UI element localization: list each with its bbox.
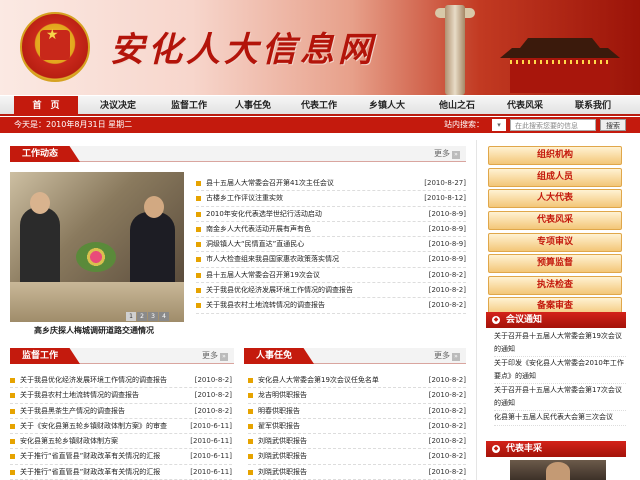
site-banner: ★ 安化人大信息网: [0, 0, 640, 95]
list-item[interactable]: 关于我县优化经济发展环境工作情况的调查报告 [2010-8-2]: [10, 373, 232, 389]
list-item[interactable]: 关于我县优化经济发展环境工作情况的调查报告 [2010-8-2]: [196, 283, 466, 299]
nav-contact[interactable]: 联系我们: [558, 96, 628, 116]
pager-3[interactable]: 3: [148, 312, 158, 321]
menu-deputies[interactable]: 人大代表: [488, 189, 622, 209]
huabiao-pillar-image: [445, 5, 465, 95]
list-item[interactable]: 2010年安化代表选举世纪行活动启动 [2010-8-9]: [196, 207, 466, 222]
notice-bullet-icon: ◆: [492, 445, 500, 453]
work-news-more-link[interactable]: 更多»: [434, 148, 460, 159]
menu-deputy-style[interactable]: 代表风采: [488, 210, 622, 230]
list-item[interactable]: 县十五届人大常委会召开第19次会议 [2010-8-2]: [196, 268, 466, 284]
more-arrow-icon: »: [220, 353, 228, 361]
list-item[interactable]: 明春供职报告 [2010-8-2]: [248, 404, 466, 419]
nav-delegate-work[interactable]: 代表工作: [286, 96, 352, 116]
list-item[interactable]: 关于《安化县第五轮乡镇财政体制方案》的审查 [2010-6-11]: [10, 419, 232, 435]
list-item[interactable]: 关于我县农村土地流转情况的调查报告 [2010-8-2]: [196, 298, 466, 314]
column-divider: [476, 140, 477, 480]
photo-caption[interactable]: 高乡庆探人梅城调研道路交通情况: [34, 325, 154, 336]
list-item[interactable]: 安化县人大常委会第19次会议任免名单 [2010-8-2]: [248, 373, 466, 389]
nav-township[interactable]: 乡镇人大: [352, 96, 422, 116]
work-news-list: 县十五届人大常委会召开第41次主任会议 [2010-8-27] 古楼乡工作评议注重…: [196, 176, 466, 314]
list-item[interactable]: 洞级镇人大“民情直达”直通民心 [2010-8-9]: [196, 237, 466, 253]
meeting-notice-title: 会议通知: [506, 315, 543, 325]
meeting-notice-list: 关于召开县十五届人大常委会第19次会议的通知 关于印发《安化县人大常委会2010…: [494, 330, 626, 426]
list-item[interactable]: 刘晓武供职报告 [2010-8-2]: [248, 465, 466, 480]
menu-budget-supervision[interactable]: 预算监督: [488, 254, 622, 274]
nav-other-experience[interactable]: 他山之石: [422, 96, 492, 116]
work-news-header: 工作动态 更多»: [10, 146, 466, 162]
supervision-title: 监督工作: [10, 348, 81, 364]
list-item[interactable]: 关于召开县十五届人大常委会第19次会议的通知: [494, 330, 626, 357]
list-item[interactable]: 关于推行“省直管县”财政改革有关情况的汇报 [2010-6-11]: [10, 465, 232, 480]
list-item[interactable]: 龙吉明供职报告 [2010-8-2]: [248, 388, 466, 404]
search-button[interactable]: 搜索: [600, 119, 626, 131]
list-item[interactable]: 化县第十五届人民代表大会第三次会议: [494, 411, 626, 426]
nav-supervision[interactable]: 监督工作: [158, 96, 220, 116]
date-search-bar: 今天是：2010年8月31日 星期二 站内搜索： ▾ 在此搜索您要的信息 搜索: [0, 117, 640, 133]
menu-organization[interactable]: 组织机构: [488, 146, 622, 165]
site-title: 安化人大信息网: [110, 30, 376, 70]
list-item[interactable]: 关于我县农村土地流转情况的调查报告 [2010-8-2]: [10, 388, 232, 404]
deputy-showcase-header: ◆ 代表丰采: [486, 441, 626, 457]
current-date: 今天是：2010年8月31日 星期二: [14, 120, 133, 129]
deputy-photo[interactable]: [510, 460, 606, 480]
list-item[interactable]: 刘晓武供职报告 [2010-8-2]: [248, 434, 466, 450]
list-item[interactable]: 关于召开县十五届人大常委会第17次会议的通知: [494, 384, 626, 411]
more-arrow-icon: »: [452, 151, 460, 159]
nav-home[interactable]: 首 页: [14, 96, 78, 116]
pager-2[interactable]: 2: [137, 312, 147, 321]
supervision-header: 监督工作 更多»: [10, 348, 234, 364]
list-item[interactable]: 县十五届人大常委会召开第41次主任会议 [2010-8-27]: [196, 176, 466, 192]
deputy-showcase-title: 代表丰采: [506, 444, 543, 454]
personnel-more-link[interactable]: 更多»: [434, 350, 460, 361]
personnel-title: 人事任免: [244, 348, 315, 364]
menu-special-review[interactable]: 专项审议: [488, 232, 622, 252]
list-item[interactable]: 南金乡人大代表活动开展有声有色 [2010-8-9]: [196, 222, 466, 238]
nav-personnel[interactable]: 人事任免: [220, 96, 286, 116]
national-emblem-icon: ★: [20, 12, 90, 82]
list-item[interactable]: 市人大检查组来我县国家惠农政策落实情况 [2010-8-9]: [196, 252, 466, 268]
list-item[interactable]: 翟军供职报告 [2010-8-2]: [248, 419, 466, 435]
main-nav: 首 页 决议决定 监督工作 人事任免 代表工作 乡镇人大 他山之石 代表风采 联…: [0, 96, 640, 116]
supervision-list: 关于我县优化经济发展环境工作情况的调查报告 [2010-8-2] 关于我县农村土地…: [10, 373, 232, 480]
list-item[interactable]: 刘晓武供职报告 [2010-8-2]: [248, 449, 466, 465]
personnel-list: 安化县人大常委会第19次会议任免名单 [2010-8-2] 龙吉明供职报告 [201…: [248, 373, 466, 480]
supervision-more-link[interactable]: 更多»: [202, 350, 228, 361]
tiananmen-image: [500, 38, 620, 93]
nav-resolutions[interactable]: 决议决定: [78, 96, 158, 116]
right-side-menu: 组织机构 组成人员 人大代表 代表风采 专项审议 预算监督 执法检查 备案审查: [488, 146, 624, 319]
menu-members[interactable]: 组成人员: [488, 167, 622, 187]
work-news-photo[interactable]: [10, 172, 184, 322]
work-news-title: 工作动态: [10, 146, 81, 162]
pager-4[interactable]: 4: [159, 312, 169, 321]
search-scope-select[interactable]: ▾: [492, 119, 506, 131]
search-input[interactable]: 在此搜索您要的信息: [510, 119, 596, 131]
pager-1[interactable]: 1: [126, 312, 136, 321]
personnel-header: 人事任免 更多»: [244, 348, 466, 364]
meeting-notice-header: ◆ 会议通知: [486, 312, 626, 328]
list-item[interactable]: 安化县第五轮乡镇财政体制方案 [2010-6-11]: [10, 434, 232, 450]
search-label: 站内搜索：: [444, 120, 484, 129]
list-item[interactable]: 关于我县黑茶生产情况的调查报告 [2010-8-2]: [10, 404, 232, 419]
notice-bullet-icon: ◆: [492, 316, 500, 324]
list-item[interactable]: 古楼乡工作评议注重实效 [2010-8-12]: [196, 191, 466, 207]
list-item[interactable]: 关于印发《安化县人大常委会2010年工作要点》的通知: [494, 357, 626, 384]
nav-delegate-style[interactable]: 代表风采: [492, 96, 558, 116]
menu-law-inspection[interactable]: 执法检查: [488, 275, 622, 295]
list-item[interactable]: 关于推行“省直管县”财政改革有关情况的汇报 [2010-6-11]: [10, 449, 232, 465]
more-arrow-icon: »: [452, 353, 460, 361]
photo-pager: 1 2 3 4: [126, 312, 169, 321]
